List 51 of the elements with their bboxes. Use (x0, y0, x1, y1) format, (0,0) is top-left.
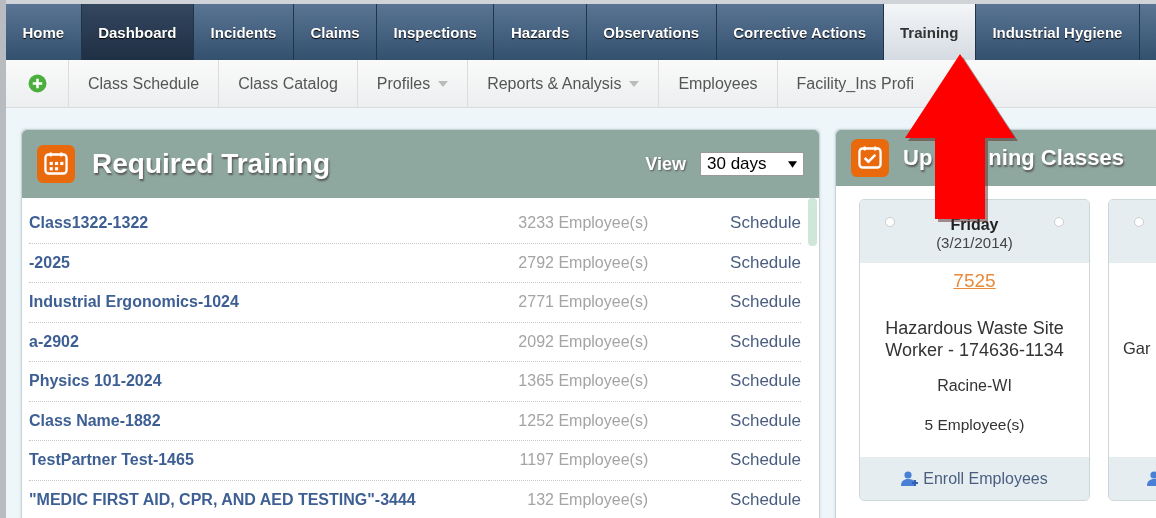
sub-nav-item[interactable]: Profiles (357, 60, 469, 107)
class-link[interactable]: TestPartner Test-1465 (29, 441, 490, 481)
class-link[interactable]: -2025 (29, 243, 490, 283)
employee-count: 2771 Employee(s) (489, 283, 649, 323)
dropdown-arrow-icon (788, 160, 797, 168)
class-date: (3/21/2014) (936, 234, 1013, 251)
pin-icon (1134, 217, 1144, 227)
calendar-check-icon (851, 139, 889, 177)
employee-count: 2092 Employee(s) (489, 322, 649, 362)
employee-count: 2792 Employee(s) (489, 243, 649, 283)
pin-icon (885, 217, 895, 227)
class-link[interactable]: Industrial Ergonomics-1024 (29, 283, 490, 323)
employee-count: 1365 Employee(s) (489, 362, 649, 402)
panel-title: Required Training (92, 148, 331, 180)
schedule-link[interactable]: Schedule (648, 243, 801, 283)
class-link[interactable]: a-2902 (29, 322, 490, 362)
employee-count: 1252 Employee(s) (489, 401, 649, 441)
schedule-link[interactable]: Schedule (648, 283, 801, 323)
view-label: View (645, 153, 686, 175)
schedule-link[interactable]: Schedule (648, 441, 801, 481)
panel-title: ning Classes (988, 145, 1125, 171)
employee-count: 1197 Employee(s) (489, 441, 649, 481)
enrolled-count: 5 Employee(s) (924, 416, 1025, 434)
nav-tab[interactable]: Training (883, 4, 976, 60)
calendar-icon (37, 145, 75, 183)
class-link[interactable]: "MEDIC FIRST AID, CPR, AND AED TESTING"-3444 (29, 480, 490, 518)
schedule-link[interactable]: Schedule (648, 204, 801, 244)
class-location: Racine-WI (937, 377, 1012, 395)
schedule-link[interactable]: Schedule (648, 322, 801, 362)
nav-tab[interactable]: Dashboard (81, 4, 195, 60)
add-icon[interactable] (27, 74, 47, 93)
class-description: Hazardous Waste Site Worker - 174636-1134 (884, 317, 1065, 361)
sub-nav-item[interactable]: Class Catalog (219, 60, 358, 107)
add-user-icon (901, 470, 920, 487)
sub-nav-item[interactable]: Facility_Ins Profi (777, 60, 933, 107)
sub-nav-item[interactable]: Reports & Analysis (468, 60, 660, 107)
panel-title: Up (903, 145, 933, 171)
employee-count: 3233 Employee(s) (489, 204, 649, 244)
schedule-link[interactable]: Schedule (648, 401, 801, 441)
pin-icon (1054, 217, 1064, 227)
sub-nav-item[interactable]: Class Schedule (69, 60, 220, 107)
employee-count: 132 Employee(s) (489, 480, 649, 518)
class-link[interactable]: Class Name-1882 (29, 401, 490, 441)
class-link[interactable]: Class1322-1322 (29, 204, 490, 244)
sub-nav-item[interactable]: Employees (659, 60, 778, 107)
scrollbar-thumb[interactable] (808, 198, 817, 246)
class-description: Gar (1122, 338, 1152, 359)
class-link[interactable]: Physics 101-2024 (29, 362, 490, 402)
schedule-link[interactable]: Schedule (648, 362, 801, 402)
schedule-link[interactable]: Schedule (648, 480, 801, 518)
view-dropdown[interactable]: 30 days (700, 152, 804, 176)
